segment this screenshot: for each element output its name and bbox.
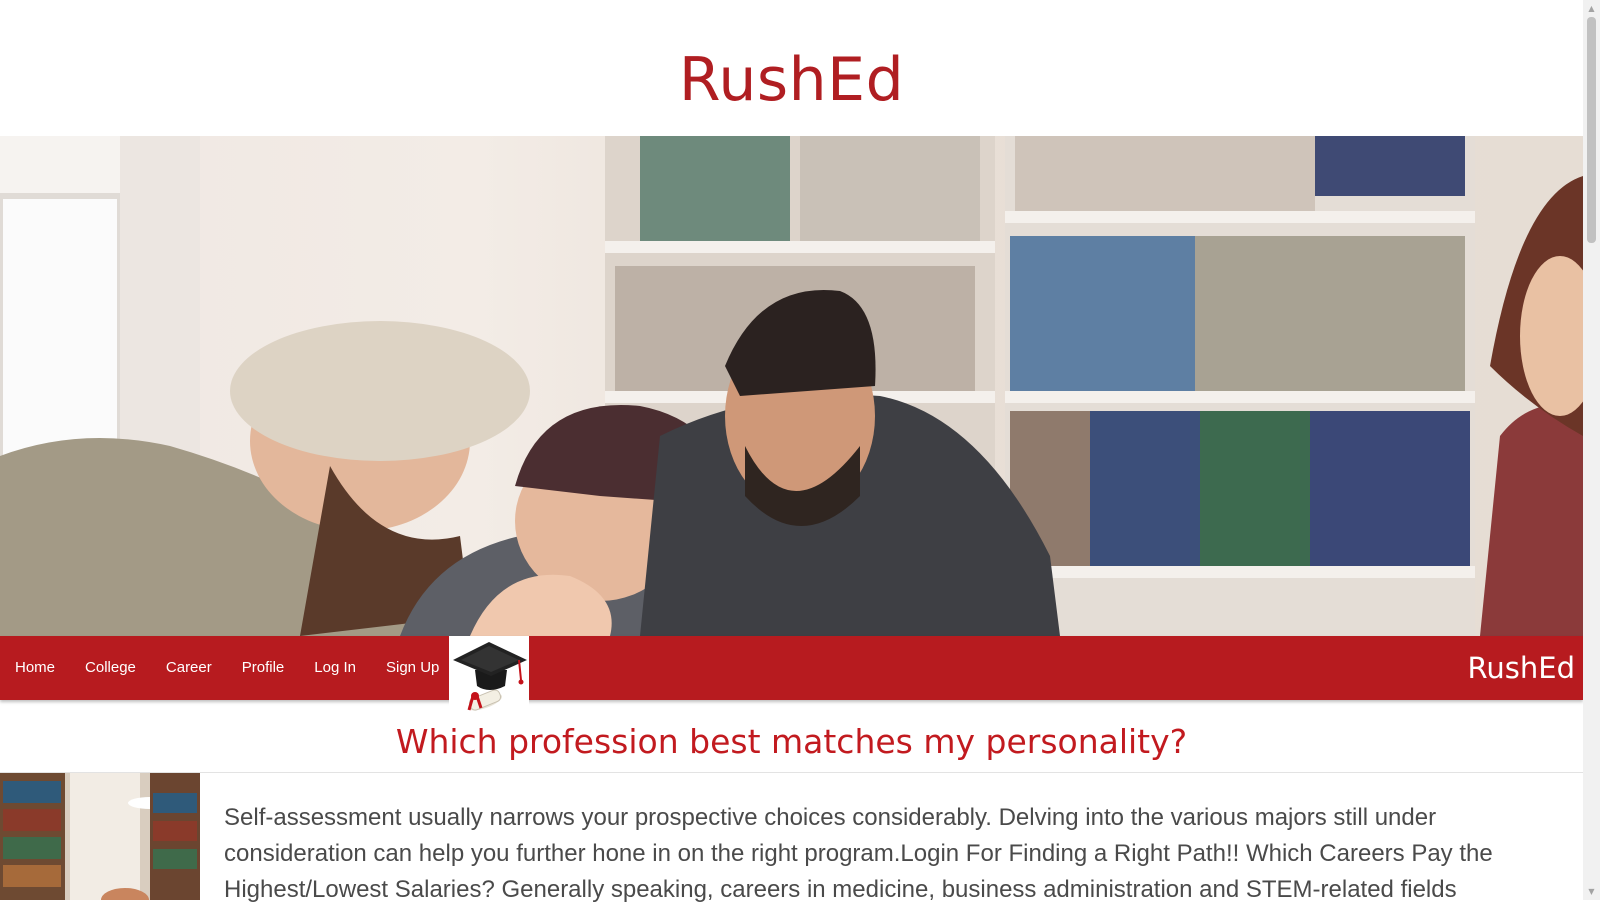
page-scrollbar[interactable]: ▲ ▼ xyxy=(1583,0,1600,900)
nav-item-home[interactable]: Home xyxy=(0,636,70,700)
graduation-cap-logo[interactable] xyxy=(449,636,529,716)
hero-photo xyxy=(0,136,1583,636)
library-thumbnail-illustration xyxy=(0,773,200,900)
nav-item-profile[interactable]: Profile xyxy=(227,636,300,700)
section-body-text: Self-assessment usually narrows your pro… xyxy=(224,804,1493,903)
hero-illustration xyxy=(0,136,1583,636)
nav-item-sign-up[interactable]: Sign Up xyxy=(371,636,454,700)
nav-links: Home College Career Profile Log In Sign … xyxy=(0,636,454,700)
graduation-cap-icon xyxy=(453,642,527,711)
nav-item-career[interactable]: Career xyxy=(151,636,227,700)
scroll-down-arrow-icon[interactable]: ▼ xyxy=(1583,883,1600,900)
scroll-up-arrow-icon[interactable]: ▲ xyxy=(1583,0,1600,17)
nav-item-log-in[interactable]: Log In xyxy=(299,636,371,700)
scrollbar-thumb[interactable] xyxy=(1587,17,1596,243)
main-navbar: Home College Career Profile Log In Sign … xyxy=(0,636,1583,716)
section-divider xyxy=(0,772,1583,773)
site-title: RushEd xyxy=(678,45,905,115)
section-heading: Which profession best matches my persona… xyxy=(395,722,1188,761)
nav-item-college[interactable]: College xyxy=(70,636,151,700)
library-thumbnail xyxy=(0,773,200,900)
navbar-brand[interactable]: RushEd xyxy=(1468,636,1575,700)
site-header: RushEd xyxy=(0,0,1583,136)
